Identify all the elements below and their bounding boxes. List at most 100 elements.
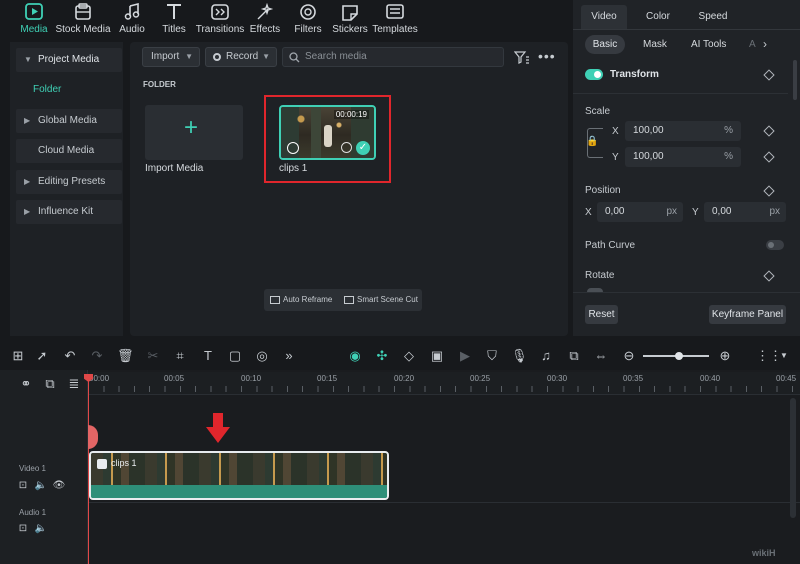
toolbar-label: Stock Media [55, 24, 111, 35]
toggle-knob [768, 242, 774, 248]
pos-x-input[interactable]: 0,00 px [597, 202, 683, 222]
redo-icon[interactable]: ↷ [89, 348, 105, 364]
import-media-tile[interactable]: + [145, 105, 243, 160]
sidebar-item-label: Cloud Media [38, 145, 95, 156]
keyframe-icon[interactable]: ◇ [401, 348, 417, 364]
more-tools-icon[interactable]: » [281, 348, 297, 364]
sidebar-item-project-media[interactable]: ▼ Project Media [16, 48, 122, 72]
auto-reframe-button[interactable]: Auto Reframe [270, 289, 332, 311]
media-sidebar: ▼ Project Media Folder ▶ Global Media Cl… [10, 42, 123, 336]
keyframe-diamond-icon[interactable] [763, 125, 775, 137]
transform-toggle[interactable] [585, 69, 603, 80]
shape-icon[interactable]: ▢ [227, 348, 243, 364]
scale-y-input[interactable]: 100,00 % [625, 147, 741, 167]
keyframe-diamond-icon[interactable] [763, 151, 775, 163]
speaker-icon[interactable]: 🔈 [33, 521, 49, 537]
shield-icon[interactable]: ⛉ [484, 348, 500, 364]
toolbar-label: Audio [119, 24, 145, 35]
clip-figure [324, 125, 332, 147]
eye-icon[interactable]: 👁 [51, 478, 67, 494]
import-dropdown[interactable]: Import ▼ [142, 47, 200, 67]
preview-icon[interactable]: ▣ [429, 348, 445, 364]
snap-icon[interactable]: ✣ [374, 348, 390, 364]
toolbar-media[interactable]: Media [6, 3, 62, 35]
sidebar-item-cloud-media[interactable]: Cloud Media [16, 139, 122, 163]
ai-render-icon[interactable]: ◉ [347, 348, 363, 364]
layout-icon[interactable]: ⊞ [10, 348, 26, 364]
play-icon[interactable]: ▶ [457, 348, 473, 364]
tab-color[interactable]: Color [635, 5, 681, 29]
section-divider [573, 93, 788, 94]
search-input[interactable]: Search media [282, 47, 504, 67]
link-icon[interactable]: ⚭ [18, 376, 34, 392]
media-toolbar: Media Stock Media Audio Titles Transitio… [0, 0, 572, 42]
panel-scrollbar[interactable] [793, 60, 797, 100]
zoom-in-icon[interactable]: ⊕ [717, 348, 733, 364]
subtab-mask[interactable]: Mask [643, 35, 667, 54]
clip-thumbnail[interactable]: 00:00:19 ✓ [279, 105, 376, 160]
pos-x-value: 0,00 [605, 206, 625, 217]
tab-speed[interactable]: Speed [690, 5, 736, 29]
smart-scene-cut-button[interactable]: Smart Scene Cut [344, 289, 418, 311]
video-track-label: Video 1 [19, 464, 46, 473]
sidebar-item-editing-presets[interactable]: ▶ Editing Presets [16, 170, 122, 194]
record-dropdown[interactable]: Record ▼ [205, 47, 277, 67]
tab-video[interactable]: Video [581, 5, 627, 29]
crop-icon[interactable]: ⌗ [172, 348, 188, 364]
track-lock-icon[interactable]: ⊡ [15, 521, 31, 537]
time-ruler[interactable]: 00:00 00:05 00:10 00:15 00:20 00:25 00:3… [88, 372, 800, 394]
keyframe-panel-button[interactable]: Keyframe Panel [709, 305, 786, 324]
search-icon [289, 52, 300, 63]
toolbar-templates[interactable]: Templates [367, 3, 423, 35]
zoom-slider[interactable] [643, 352, 709, 360]
select-arrow-icon[interactable]: ➚ [34, 348, 50, 364]
toolbar-stock-media[interactable]: Stock Media [55, 3, 111, 35]
subtab-basic[interactable]: Basic [585, 35, 625, 54]
ruler-tick: 00:40 [700, 374, 721, 383]
scale-x-label: X [612, 126, 619, 137]
auto-reframe-label: Auto Reframe [283, 295, 333, 304]
scale-x-input[interactable]: 100,00 % [625, 121, 741, 141]
undo-icon[interactable]: ↶ [62, 348, 78, 364]
delete-icon[interactable]: 🗑 [117, 348, 134, 364]
sidebar-item-influence-kit[interactable]: ▶ Influence Kit [16, 200, 122, 224]
timeline-scrollbar[interactable] [790, 398, 796, 518]
text-t-icon[interactable]: T [200, 348, 216, 364]
chevron-down-icon[interactable]: ▼ [776, 348, 792, 364]
keyframe-diamond-icon[interactable] [763, 270, 775, 282]
zoom-out-icon[interactable]: ⊖ [621, 348, 637, 364]
chevron-right-icon[interactable]: › [763, 35, 767, 54]
track-add-icon[interactable]: ⧉ [42, 376, 58, 392]
grid-options-icon[interactable]: ⋮⋮ [756, 348, 782, 364]
timeline-clip[interactable]: clips 1 [89, 451, 389, 500]
microphone-icon[interactable]: 🎙 [511, 348, 528, 364]
pos-y-input[interactable]: 0,00 px [704, 202, 786, 222]
path-curve-toggle[interactable] [766, 240, 784, 250]
keyframe-diamond-icon[interactable] [763, 69, 775, 81]
subtab-ai-tools[interactable]: AI Tools [691, 35, 726, 54]
check-icon: ✓ [356, 141, 370, 155]
pos-y-value: 0,00 [712, 206, 732, 217]
clip-audio-strip [91, 485, 387, 498]
reset-button[interactable]: Reset [585, 305, 618, 324]
speaker-icon[interactable]: 🔈 [33, 478, 49, 494]
cut-icon[interactable]: ✂ [145, 348, 161, 364]
lock-icon[interactable]: 🔒 [586, 136, 598, 147]
toolbar-label: Media [20, 24, 48, 35]
track-lock-icon[interactable]: ⊡ [15, 478, 31, 494]
subtab-more[interactable]: A [749, 35, 756, 54]
templates-icon [386, 4, 404, 19]
replace-icon[interactable]: ⧉ [566, 348, 582, 364]
filter-sort-icon[interactable] [514, 51, 530, 64]
sidebar-item-global-media[interactable]: ▶ Global Media [16, 109, 122, 133]
more-options-icon[interactable]: ••• [538, 48, 556, 64]
track-manager-icon[interactable]: ≣ [66, 376, 82, 392]
color-match-icon[interactable]: ◎ [254, 348, 270, 364]
keyframe-diamond-icon[interactable] [763, 185, 775, 197]
sidebar-item-folder[interactable]: Folder [33, 84, 61, 95]
import-media-label: Import Media [145, 163, 204, 174]
zoom-slider-thumb[interactable] [675, 352, 683, 360]
playhead-line[interactable] [88, 374, 89, 564]
compare-icon[interactable]: ⇔ [593, 348, 609, 364]
audio-list-icon[interactable]: ♫ [538, 348, 554, 364]
